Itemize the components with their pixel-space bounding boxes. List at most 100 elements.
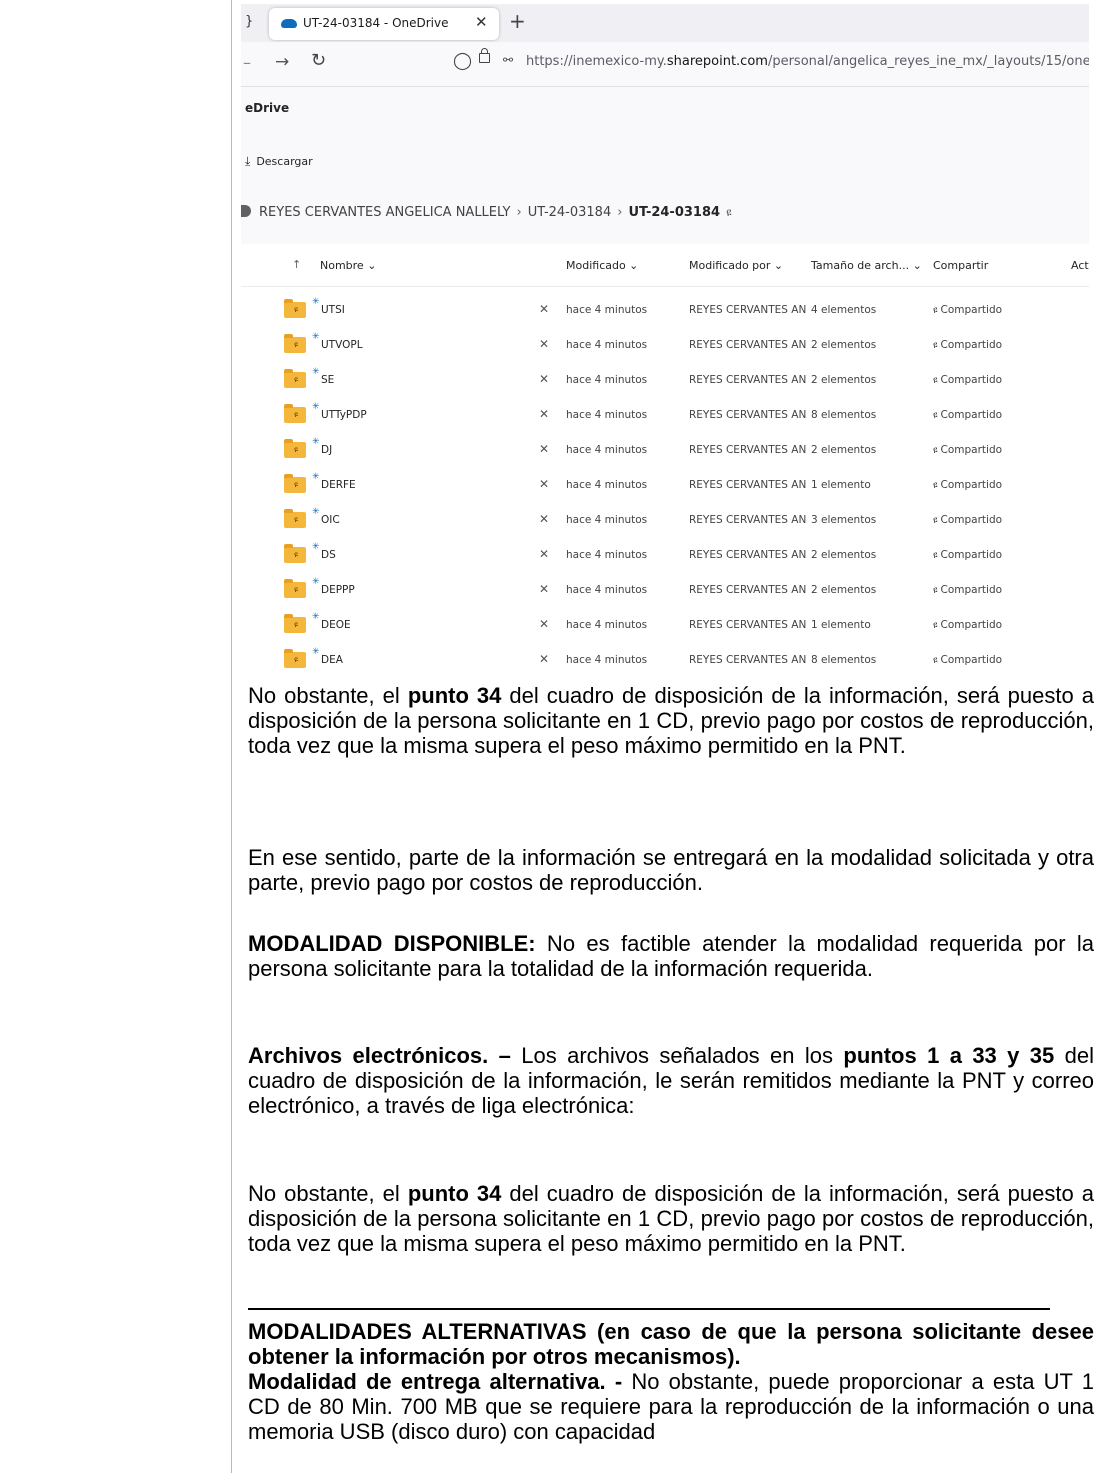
file-list-header: ↑ Nombre ⌄ Modificado ⌄ Modificado por ⌄… [241, 244, 1089, 287]
pin-off-icon[interactable]: ✕ [539, 547, 549, 561]
sharing-status[interactable]: ዩ Compartido [933, 479, 1002, 491]
sharing-status[interactable]: ዩ Compartido [933, 304, 1002, 316]
folder-name[interactable]: DEOE [321, 619, 351, 631]
column-header-size[interactable]: Tamaño de arch... ⌄ [811, 259, 922, 272]
shared-people-icon: ዩ [726, 206, 732, 219]
pin-off-icon[interactable]: ✕ [539, 512, 549, 526]
previous-tab-fragment[interactable]: } [245, 14, 253, 29]
table-row[interactable]: ዩ ✳ UTVOPL ✕ hace 4 minutos REYES CERVANTES A… [241, 327, 1089, 362]
folder-name[interactable]: SE [321, 374, 334, 386]
new-item-sparkle-icon: ✳ [312, 437, 320, 447]
modified-time: hace 4 minutos [566, 444, 648, 456]
modified-time: hace 4 minutos [566, 409, 648, 421]
download-icon: ⤓ [245, 154, 251, 168]
sharing-status[interactable]: ዩ Compartido [933, 654, 1002, 666]
breadcrumb-item-user[interactable]: REYES CERVANTES ANGELICA NALLELY [259, 205, 510, 220]
folder-size: 1 elemento [811, 619, 871, 631]
folder-name[interactable]: DEA [321, 654, 343, 666]
folder-name[interactable]: OIC [321, 514, 340, 526]
modified-time: hace 4 minutos [566, 339, 648, 351]
people-icon: ዩ [933, 306, 938, 316]
folder-size: 8 elementos [811, 654, 877, 666]
people-icon: ዩ [933, 411, 938, 421]
pin-off-icon[interactable]: ✕ [539, 442, 549, 456]
tracking-shield-icon[interactable]: ◯ [453, 51, 472, 71]
new-tab-button[interactable]: + [509, 9, 526, 33]
modified-time: hace 4 minutos [566, 374, 648, 386]
sharing-status[interactable]: ዩ Compartido [933, 549, 1002, 561]
download-button[interactable]: ⤓ Descargar [245, 154, 313, 169]
app-brand[interactable]: eDrive [245, 101, 289, 115]
table-row[interactable]: ዩ ✳ DS ✕ hace 4 minutos REYES CERVANTES AN 2 e… [241, 537, 1089, 572]
address-bar-url[interactable]: https://inemexico-my.sharepoint.com/pers… [526, 54, 1089, 69]
close-tab-icon[interactable]: ✕ [475, 13, 488, 31]
folder-size: 2 elementos [811, 374, 877, 386]
permissions-icon[interactable]: ⚯ [503, 53, 513, 67]
sharing-status[interactable]: ዩ Compartido [933, 339, 1002, 351]
breadcrumb-item-current: UT-24-03184 [628, 205, 721, 220]
table-row[interactable]: ዩ ✳ DEA ✕ hace 4 minutos REYES CERVANTES AN 8 … [241, 642, 1089, 674]
pin-off-icon[interactable]: ✕ [539, 582, 549, 596]
breadcrumb-item-parent[interactable]: UT-24-03184 [528, 205, 612, 220]
folder-name[interactable]: UTSI [321, 304, 345, 316]
forward-arrow-icon[interactable]: → [275, 52, 289, 72]
folder-size: 1 elemento [811, 479, 871, 491]
column-header-modified-by[interactable]: Modificado por ⌄ [689, 259, 783, 272]
new-item-sparkle-icon: ✳ [312, 367, 320, 377]
folder-name[interactable]: DEPPP [321, 584, 355, 596]
reload-icon[interactable]: ↻ [311, 50, 326, 71]
sort-arrow-icon[interactable]: ↑ [292, 258, 301, 271]
sharing-status[interactable]: ዩ Compartido [933, 619, 1002, 631]
modified-by: REYES CERVANTES AN [689, 619, 807, 631]
folder-name[interactable]: UTVOPL [321, 339, 363, 351]
table-row[interactable]: ዩ ✳ DEOE ✕ hace 4 minutos REYES CERVANTES AN 1… [241, 607, 1089, 642]
new-item-sparkle-icon: ✳ [312, 332, 320, 342]
lock-icon[interactable] [479, 48, 490, 63]
column-header-share[interactable]: Compartir [933, 259, 988, 272]
column-header-name[interactable]: Nombre ⌄ [320, 259, 376, 272]
folder-size: 2 elementos [811, 444, 877, 456]
pin-off-icon[interactable]: ✕ [539, 302, 549, 316]
shared-folder-icon: ዩ [284, 369, 306, 388]
pin-off-icon[interactable]: ✕ [539, 337, 549, 351]
pin-off-icon[interactable]: ✕ [539, 617, 549, 631]
shared-folder-icon: ዩ [284, 439, 306, 458]
table-row[interactable]: ዩ ✳ UTTyPDP ✕ hace 4 minutos REYES CERVANTES … [241, 397, 1089, 432]
sharing-status[interactable]: ዩ Compartido [933, 409, 1002, 421]
table-row[interactable]: ዩ ✳ DJ ✕ hace 4 minutos REYES CERVANTES AN 2 e… [241, 432, 1089, 467]
pin-off-icon[interactable]: ✕ [539, 652, 549, 666]
table-row[interactable]: ዩ ✳ SE ✕ hace 4 minutos REYES CERVANTES AN 2 e… [241, 362, 1089, 397]
user-avatar-icon [241, 205, 251, 217]
sharing-status[interactable]: ዩ Compartido [933, 584, 1002, 596]
table-row[interactable]: ዩ ✳ UTSI ✕ hace 4 minutos REYES CERVANTES AN 4… [241, 292, 1089, 327]
folder-name[interactable]: DS [321, 549, 336, 561]
browser-tab-bar: } UT-24-03184 - OneDrive ✕ + [241, 4, 1089, 42]
sharing-status[interactable]: ዩ Compartido [933, 444, 1002, 456]
shared-folder-icon: ዩ [284, 509, 306, 528]
sharing-status[interactable]: ዩ Compartido [933, 374, 1002, 386]
new-item-sparkle-icon: ✳ [312, 297, 320, 307]
new-item-sparkle-icon: ✳ [312, 542, 320, 552]
new-item-sparkle-icon: ✳ [312, 612, 320, 622]
paragraph-archivos-electronicos: Archivos electrónicos. – Los archivos se… [248, 1043, 1094, 1118]
folder-name[interactable]: DERFE [321, 479, 356, 491]
folder-name[interactable]: UTTyPDP [321, 409, 367, 421]
people-icon: ዩ [933, 586, 938, 596]
pin-off-icon[interactable]: ✕ [539, 407, 549, 421]
column-header-modified[interactable]: Modificado ⌄ [566, 259, 638, 272]
sharing-status[interactable]: ዩ Compartido [933, 514, 1002, 526]
pin-off-icon[interactable]: ✕ [539, 477, 549, 491]
table-row[interactable]: ዩ ✳ DEPPP ✕ hace 4 minutos REYES CERVANTES AN… [241, 572, 1089, 607]
table-row[interactable]: ዩ ✳ OIC ✕ hace 4 minutos REYES CERVANTES AN 3 … [241, 502, 1089, 537]
shared-folder-icon: ዩ [284, 614, 306, 633]
folder-name[interactable]: DJ [321, 444, 332, 456]
column-header-activity[interactable]: Act [1071, 259, 1089, 272]
people-icon: ዩ [933, 341, 938, 351]
folder-size: 2 elementos [811, 584, 877, 596]
paragraph-punto-34-repeat: No obstante, el punto 34 del cuadro de d… [248, 1181, 1094, 1256]
active-tab[interactable]: UT-24-03184 - OneDrive ✕ [269, 8, 499, 40]
pin-off-icon[interactable]: ✕ [539, 372, 549, 386]
back-arrow-icon[interactable]: – [243, 53, 251, 72]
table-row[interactable]: ዩ ✳ DERFE ✕ hace 4 minutos REYES CERVANTES AN… [241, 467, 1089, 502]
modified-by: REYES CERVANTES AN [689, 479, 807, 491]
